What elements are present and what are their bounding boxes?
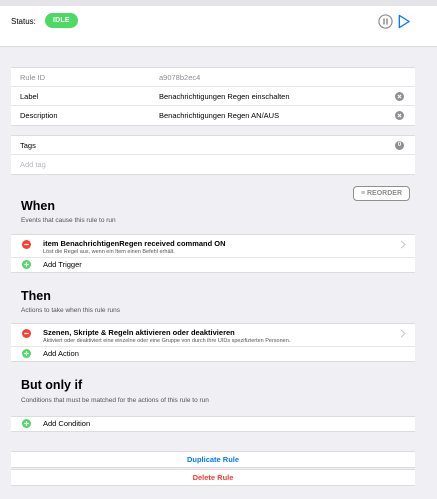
status-bar: Status: IDLE — [0, 6, 437, 47]
rule-fields: Rule ID a9078b2ec4 Label Benachrichtigun… — [11, 67, 415, 126]
conditions-list: Add Condition — [11, 416, 415, 432]
actions-list: Szenen, Skripte & Regeln aktivieren oder… — [11, 323, 415, 362]
add-trigger-label: Add Trigger — [43, 260, 82, 269]
chevron-right-icon — [400, 240, 406, 249]
add-action-label: Add Action — [43, 349, 79, 358]
label-field[interactable]: Benachrichtigungen Regen einschalten — [159, 87, 290, 106]
tags-count-badge: 0 — [395, 141, 404, 150]
add-icon — [22, 260, 31, 269]
remove-icon[interactable] — [22, 240, 31, 249]
add-trigger-button[interactable]: Add Trigger — [11, 258, 415, 272]
tags-row: Tags 0 — [11, 136, 415, 155]
duplicate-rule-button[interactable]: Duplicate Rule — [11, 451, 415, 468]
rule-id-row: Rule ID a9078b2ec4 — [11, 68, 415, 87]
delete-rule-button[interactable]: Delete Rule — [11, 469, 415, 486]
add-condition-label: Add Condition — [43, 419, 91, 428]
when-title: When — [21, 199, 56, 213]
add-action-button[interactable]: Add Action — [11, 347, 415, 361]
tags-group: Tags 0 Add tag — [11, 135, 415, 175]
then-subtitle: Actions to take when this rule runs — [21, 307, 120, 314]
reorder-button[interactable]: ≡ REORDER — [353, 186, 410, 201]
label-row[interactable]: Label Benachrichtigungen Regen einschalt… — [11, 87, 415, 106]
clear-icon[interactable] — [395, 92, 404, 101]
add-tag-row[interactable]: Add tag — [11, 155, 415, 174]
trigger-title: item BenachrichtigenRegen received comma… — [43, 239, 226, 248]
description-row[interactable]: Description Benachrichtigungen Regen AN/… — [11, 106, 415, 125]
add-icon — [22, 419, 31, 428]
rule-id-label: Rule ID — [20, 73, 46, 82]
clear-icon[interactable] — [395, 111, 404, 120]
play-icon[interactable] — [397, 14, 411, 29]
action-description: Aktiviert oder deaktiviert eine einzelne… — [43, 338, 291, 344]
triggers-list: item BenachrichtigenRegen received comma… — [11, 234, 415, 273]
chevron-right-icon — [400, 329, 406, 338]
add-tag-input[interactable]: Add tag — [20, 155, 46, 174]
list-item[interactable]: Szenen, Skripte & Regeln aktivieren oder… — [11, 324, 415, 347]
tags-label: Tags — [20, 141, 36, 150]
conditions-subtitle: Conditions that must be matched for the … — [21, 397, 209, 404]
conditions-title: But only if — [21, 378, 83, 392]
trigger-description: Löst die Regel aus, wenn ein Item einen … — [43, 249, 175, 255]
remove-icon[interactable] — [22, 329, 31, 338]
add-icon — [22, 349, 31, 358]
status-badge: IDLE — [45, 13, 78, 28]
then-title: Then — [21, 289, 51, 303]
pause-circle-icon[interactable] — [378, 14, 393, 29]
description-field-label: Description — [20, 111, 58, 120]
list-item[interactable]: item BenachrichtigenRegen received comma… — [11, 235, 415, 258]
label-field-label: Label — [20, 92, 39, 101]
status-label: Status: — [11, 17, 36, 26]
when-subtitle: Events that cause this rule to run — [21, 217, 116, 224]
action-title: Szenen, Skripte & Regeln aktivieren oder… — [43, 328, 235, 337]
add-condition-button[interactable]: Add Condition — [11, 417, 415, 431]
description-field[interactable]: Benachrichtigungen Regen AN/AUS — [159, 106, 279, 125]
rule-id-value: a9078b2ec4 — [159, 73, 201, 82]
